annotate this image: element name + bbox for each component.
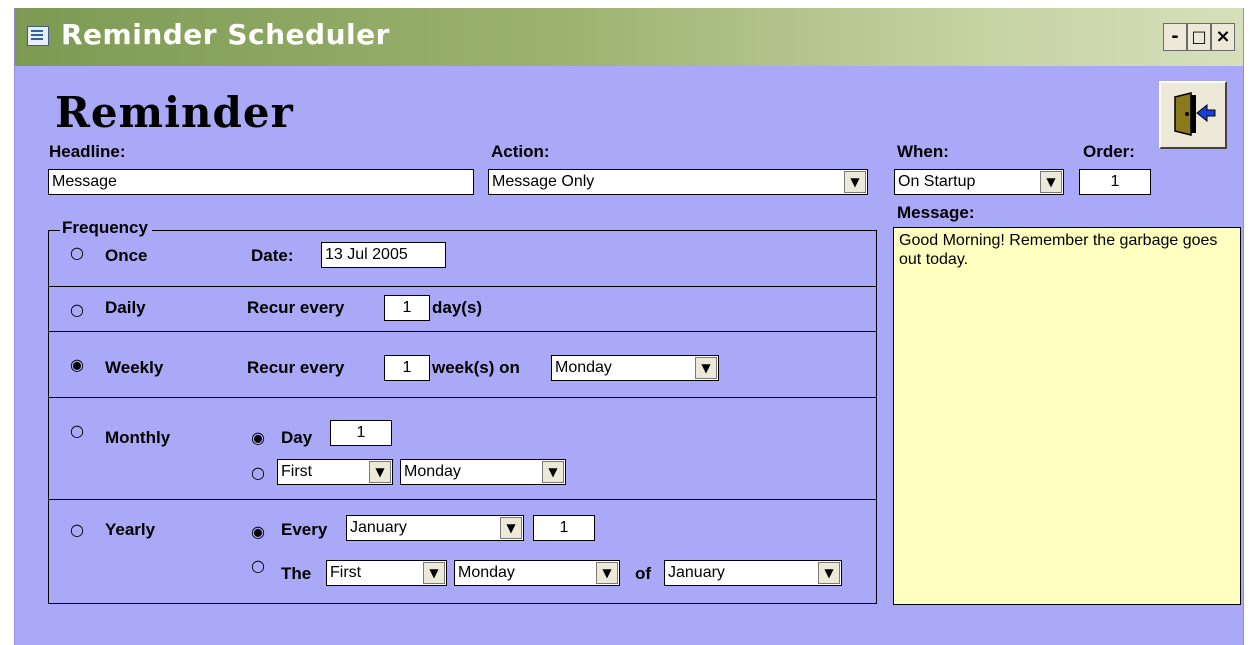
monthly-weekday-value: Monday: [404, 463, 461, 480]
action-select[interactable]: Message Only ▼: [488, 169, 868, 195]
when-label: When:: [897, 142, 949, 161]
monthly-day-radio[interactable]: ◉: [251, 430, 265, 446]
daily-label: Daily: [105, 298, 146, 317]
monthly-ordinal-radio[interactable]: ○: [251, 465, 265, 481]
once-label: Once: [105, 246, 148, 265]
close-button[interactable]: ×: [1211, 23, 1235, 51]
date-input[interactable]: 13 Jul 2005: [321, 242, 446, 268]
daily-recur-input[interactable]: 1: [384, 295, 430, 321]
yearly-every-label: Every: [281, 520, 328, 539]
weekly-day-value: Monday: [555, 359, 612, 376]
yearly-ordinal-select[interactable]: First ▼: [326, 560, 447, 586]
exit-button[interactable]: [1159, 81, 1227, 149]
dropdown-arrow-icon[interactable]: ▼: [369, 461, 391, 483]
yearly-of-label: of: [635, 564, 652, 583]
yearly-the-radio[interactable]: ○: [251, 558, 265, 574]
yearly-weekday-select[interactable]: Monday ▼: [454, 560, 620, 586]
dropdown-arrow-icon[interactable]: ▼: [1040, 171, 1062, 193]
yearly-label: Yearly: [105, 520, 156, 539]
form-title: Reminder: [55, 88, 294, 137]
yearly-the-label: The: [281, 564, 312, 583]
yearly-month-value: January: [668, 564, 725, 581]
order-input[interactable]: 1: [1079, 169, 1151, 195]
daily-unit-label: day(s): [432, 298, 483, 317]
yearly-every-month-value: January: [350, 519, 407, 536]
form-icon: [27, 26, 49, 46]
weekly-unit-label: week(s) on: [432, 358, 520, 377]
dropdown-arrow-icon[interactable]: ▼: [818, 562, 840, 584]
yearly-ordinal-value: First: [330, 564, 362, 581]
divider: [48, 331, 877, 332]
action-label: Action:: [491, 142, 550, 161]
monthly-ordinal-value: First: [281, 463, 313, 480]
weekly-label: Weekly: [105, 358, 164, 377]
monthly-ordinal-select[interactable]: First ▼: [277, 459, 393, 485]
window-title: Reminder Scheduler: [61, 18, 390, 51]
yearly-weekday-value: Monday: [458, 564, 515, 581]
message-textarea[interactable]: Good Morning! Remember the garbage goes …: [893, 227, 1241, 605]
when-value: On Startup: [898, 173, 976, 190]
daily-radio[interactable]: ○: [70, 302, 84, 318]
yearly-every-radio[interactable]: ◉: [251, 524, 265, 540]
weekly-day-select[interactable]: Monday ▼: [551, 355, 719, 381]
once-radio[interactable]: ○: [70, 245, 84, 261]
yearly-month-select[interactable]: January ▼: [664, 560, 842, 586]
action-value: Message Only: [492, 173, 595, 190]
minimize-button[interactable]: -: [1163, 23, 1187, 51]
date-label: Date:: [251, 246, 294, 265]
dropdown-arrow-icon[interactable]: ▼: [423, 562, 445, 584]
reminder-scheduler-window: Reminder Scheduler - □ × Reminder Headli…: [14, 8, 1244, 645]
headline-input[interactable]: Message: [48, 169, 474, 195]
divider: [48, 499, 877, 500]
monthly-weekday-select[interactable]: Monday ▼: [400, 459, 566, 485]
divider: [48, 286, 877, 287]
dropdown-arrow-icon[interactable]: ▼: [500, 517, 522, 539]
weekly-recur-label: Recur every: [247, 358, 345, 377]
dropdown-arrow-icon[interactable]: ▼: [844, 171, 866, 193]
yearly-every-month-select[interactable]: January ▼: [346, 515, 524, 541]
exit-door-icon: [1174, 92, 1216, 136]
message-label: Message:: [897, 203, 975, 222]
weekly-recur-input[interactable]: 1: [384, 355, 430, 381]
daily-recur-label: Recur every: [247, 298, 345, 317]
frequency-legend: Frequency: [60, 218, 152, 238]
yearly-every-day-input[interactable]: 1: [533, 515, 595, 541]
when-select[interactable]: On Startup ▼: [894, 169, 1064, 195]
title-bar[interactable]: Reminder Scheduler - □ ×: [15, 8, 1243, 66]
dropdown-arrow-icon[interactable]: ▼: [596, 562, 618, 584]
yearly-radio[interactable]: ○: [70, 522, 84, 538]
dropdown-arrow-icon[interactable]: ▼: [695, 357, 717, 379]
monthly-label: Monthly: [105, 428, 171, 447]
divider: [48, 397, 877, 398]
order-label: Order:: [1083, 142, 1135, 161]
headline-label: Headline:: [49, 142, 126, 161]
weekly-radio[interactable]: ◉: [70, 357, 84, 373]
monthly-day-input[interactable]: 1: [330, 420, 392, 446]
dropdown-arrow-icon[interactable]: ▼: [542, 461, 564, 483]
monthly-radio[interactable]: ○: [70, 423, 84, 439]
monthly-day-label: Day: [281, 428, 313, 447]
maximize-button[interactable]: □: [1187, 23, 1211, 51]
